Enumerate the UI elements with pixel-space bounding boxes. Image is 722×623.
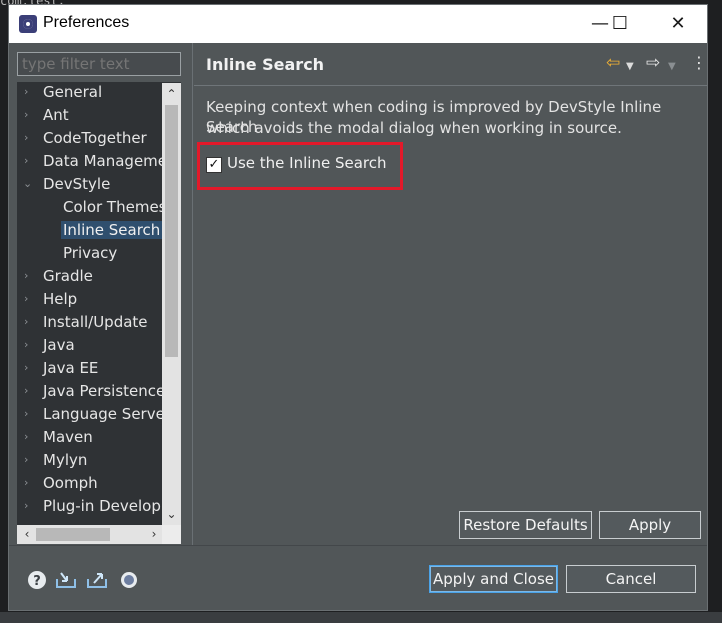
tree-item-label: Privacy bbox=[63, 244, 118, 262]
chevron-right-icon[interactable]: › bbox=[24, 269, 28, 282]
back-icon[interactable]: ⇦ bbox=[606, 53, 620, 73]
close-button[interactable]: ✕ bbox=[662, 11, 694, 37]
apply-and-close-button[interactable]: Apply and Close bbox=[429, 565, 558, 593]
use-inline-search-checkbox[interactable]: ✓ bbox=[206, 157, 222, 173]
tree-item-label: Ant bbox=[43, 106, 69, 124]
tree-item-oomph[interactable]: › Oomph bbox=[17, 473, 167, 495]
cancel-button[interactable]: Cancel bbox=[566, 565, 696, 593]
chevron-right-icon[interactable]: › bbox=[24, 338, 28, 351]
tree-item-label: Java bbox=[43, 336, 75, 354]
scrollbar-corner bbox=[162, 525, 181, 544]
import-icon[interactable] bbox=[55, 570, 76, 590]
view-menu-icon[interactable]: ⋮ bbox=[691, 53, 707, 73]
tree-item-label: Install/Update bbox=[43, 313, 148, 331]
page-description-line-2: which avoids the modal dialog when worki… bbox=[206, 119, 622, 137]
chevron-right-icon[interactable]: › bbox=[24, 315, 28, 328]
page-header: Inline Search ⇦ ▼ ⇨ ▼ ⋮ bbox=[194, 43, 707, 86]
apply-button[interactable]: Apply bbox=[599, 511, 701, 539]
restore-defaults-button[interactable]: Restore Defaults bbox=[459, 511, 592, 539]
tree-item-label: Language Server bbox=[43, 405, 171, 423]
tree-item-java[interactable]: › Java bbox=[17, 335, 167, 357]
tree-item-codetogether[interactable]: › CodeTogether bbox=[17, 128, 167, 150]
chevron-right-icon[interactable]: › bbox=[24, 499, 28, 512]
chevron-right-icon[interactable]: › bbox=[24, 384, 28, 397]
tree-item-label: Java EE bbox=[43, 359, 99, 377]
scroll-right-icon[interactable]: › bbox=[145, 525, 163, 544]
tree-item-label: Help bbox=[43, 290, 78, 308]
preferences-dialog: Preferences — ☐ ✕ › General › Ant › Code… bbox=[8, 4, 708, 611]
scrollbar-thumb[interactable] bbox=[36, 528, 110, 541]
chevron-right-icon[interactable]: › bbox=[24, 108, 28, 121]
footer-divider bbox=[9, 545, 707, 546]
tree-item-label: Java Persistence bbox=[43, 382, 166, 400]
chevron-right-icon[interactable]: › bbox=[24, 453, 28, 466]
tree-item-java-persistence[interactable]: › Java Persistence bbox=[17, 381, 167, 403]
chevron-right-icon[interactable]: › bbox=[24, 430, 28, 443]
scrollbar-thumb[interactable] bbox=[165, 105, 178, 357]
chevron-right-icon[interactable]: › bbox=[24, 361, 28, 374]
scroll-down-icon[interactable]: ⌄ bbox=[162, 505, 181, 523]
use-inline-search-label[interactable]: Use the Inline Search bbox=[227, 154, 386, 172]
tree-item-gradle[interactable]: › Gradle bbox=[17, 266, 167, 288]
chevron-right-icon[interactable]: › bbox=[24, 154, 28, 167]
filter-input[interactable] bbox=[17, 52, 181, 76]
tree-item-maven[interactable]: › Maven bbox=[17, 427, 167, 449]
tree-item-plugin-development[interactable]: › Plug-in Developr bbox=[17, 496, 167, 518]
scroll-left-icon[interactable]: ‹ bbox=[18, 525, 36, 544]
chevron-right-icon[interactable]: › bbox=[24, 131, 28, 144]
tree-item-label: Mylyn bbox=[43, 451, 88, 469]
help-icon[interactable]: ? bbox=[27, 570, 47, 590]
tree-item-general[interactable]: › General bbox=[17, 82, 167, 104]
tree-item-help[interactable]: › Help bbox=[17, 289, 167, 311]
tree-horizontal-scrollbar[interactable]: ‹ › bbox=[17, 525, 181, 544]
chevron-right-icon[interactable]: › bbox=[24, 85, 28, 98]
forward-dropdown-icon[interactable]: ▼ bbox=[668, 57, 676, 77]
tree-item-inline-search[interactable]: Inline Search bbox=[17, 220, 167, 242]
tree-item-mylyn[interactable]: › Mylyn bbox=[17, 450, 167, 472]
title-bar[interactable]: Preferences — ☐ ✕ bbox=[9, 5, 707, 43]
tree-item-label: Gradle bbox=[43, 267, 93, 285]
tree-item-ant[interactable]: › Ant bbox=[17, 105, 167, 127]
page-title: Inline Search bbox=[206, 55, 325, 74]
workbench-bottom-strip bbox=[0, 612, 722, 623]
tree-item-privacy[interactable]: Privacy bbox=[17, 243, 167, 265]
tree-item-label: Oomph bbox=[43, 474, 98, 492]
tree-item-label: Inline Search bbox=[61, 221, 163, 239]
back-dropdown-icon[interactable]: ▼ bbox=[626, 57, 634, 77]
tree-item-language-servers[interactable]: › Language Server bbox=[17, 404, 171, 426]
tree-item-label: Color Themes bbox=[63, 198, 167, 216]
tree-item-color-themes[interactable]: Color Themes bbox=[17, 197, 167, 219]
tree-item-label: Maven bbox=[43, 428, 93, 446]
tree-item-install-update[interactable]: › Install/Update bbox=[17, 312, 167, 334]
tree-item-devstyle[interactable]: ⌄ DevStyle bbox=[17, 174, 167, 196]
sash-divider[interactable] bbox=[192, 43, 193, 545]
tree-vertical-scrollbar[interactable]: ⌃ ⌄ bbox=[162, 83, 181, 525]
chevron-right-icon[interactable]: › bbox=[24, 407, 28, 420]
tree-item-label: DevStyle bbox=[43, 175, 111, 193]
chevron-right-icon[interactable]: › bbox=[24, 476, 28, 489]
oomph-icon[interactable] bbox=[119, 570, 139, 590]
tree-item-java-ee[interactable]: › Java EE bbox=[17, 358, 167, 380]
preferences-tree: › General › Ant › CodeTogether › Data Ma… bbox=[17, 82, 181, 544]
eclipse-icon bbox=[19, 15, 37, 33]
tree-item-label: Plug-in Developr bbox=[43, 497, 168, 515]
window-title: Preferences bbox=[43, 14, 130, 31]
svg-text:?: ? bbox=[33, 574, 41, 589]
tree-item-data-management[interactable]: › Data Manageme bbox=[17, 151, 167, 173]
tree-item-label: CodeTogether bbox=[43, 129, 147, 147]
chevron-right-icon[interactable]: › bbox=[24, 292, 28, 305]
export-icon[interactable] bbox=[86, 570, 107, 590]
tree-item-label: Data Manageme bbox=[43, 152, 168, 170]
maximize-button[interactable]: ☐ bbox=[604, 11, 636, 37]
scroll-up-icon[interactable]: ⌃ bbox=[162, 85, 181, 103]
chevron-down-icon[interactable]: ⌄ bbox=[23, 177, 32, 190]
tree-item-label: General bbox=[43, 83, 103, 101]
forward-icon[interactable]: ⇨ bbox=[646, 53, 660, 73]
